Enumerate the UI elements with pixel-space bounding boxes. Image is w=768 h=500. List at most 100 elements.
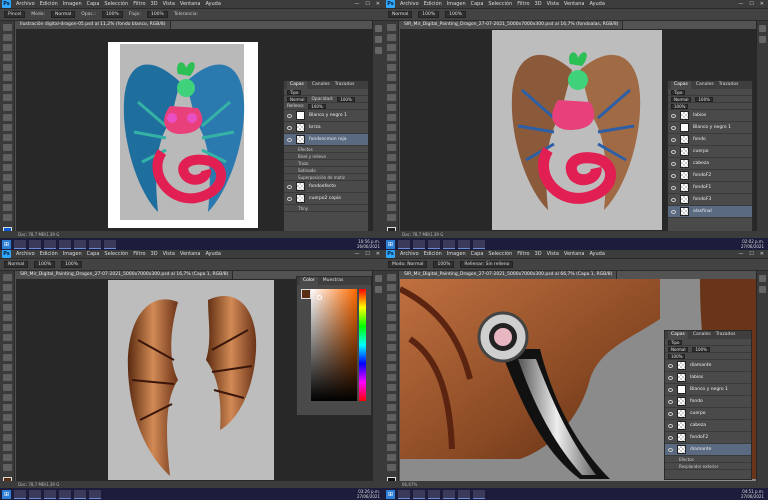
layer-row[interactable]: Blanco y negro 1 xyxy=(668,122,752,134)
gradient-icon[interactable] xyxy=(2,384,12,391)
eye-icon[interactable] xyxy=(668,363,673,368)
pen-tool-icon[interactable] xyxy=(2,164,12,171)
taskbar-app-icon[interactable] xyxy=(398,239,410,249)
mode-select[interactable]: Modo: Normal xyxy=(388,261,428,268)
layer-row[interactable]: fondoF2 xyxy=(668,170,752,182)
move-tool-icon[interactable] xyxy=(2,24,12,31)
taskbar-app-icon[interactable] xyxy=(14,239,26,249)
pen-tool-icon[interactable] xyxy=(2,414,12,421)
zoom-tool-icon[interactable] xyxy=(386,214,396,221)
properties-icon[interactable] xyxy=(375,36,382,43)
taskbar-photoshop-icon[interactable] xyxy=(473,239,485,249)
menu-seleccion[interactable]: Selección xyxy=(104,1,128,7)
menu-ayuda[interactable]: Ayuda xyxy=(589,1,604,7)
taskbar-app-icon[interactable] xyxy=(89,239,101,249)
type-tool-icon[interactable] xyxy=(2,424,12,431)
close-icon[interactable]: ✕ xyxy=(376,1,380,7)
menu-ayuda[interactable]: Ayuda xyxy=(589,251,604,257)
windows-start-icon[interactable]: ⊞ xyxy=(2,239,11,249)
menu-seleccion[interactable]: Selección xyxy=(488,1,512,7)
color-picker-cursor[interactable] xyxy=(317,295,322,300)
layer-row[interactable]: cabeza xyxy=(668,158,752,170)
marquee-tool-icon[interactable] xyxy=(2,284,12,291)
eye-icon[interactable] xyxy=(287,125,292,130)
crop-tool-icon[interactable] xyxy=(386,314,396,321)
blur-icon[interactable] xyxy=(2,394,12,401)
brush-tool-icon[interactable] xyxy=(386,94,396,101)
layer-row[interactable]: fondoF1 xyxy=(668,182,752,194)
gradient-icon[interactable] xyxy=(386,384,396,391)
eyedropper-icon[interactable] xyxy=(2,324,12,331)
eye-icon[interactable] xyxy=(671,125,676,130)
menu-archivo[interactable]: Archivo xyxy=(16,251,35,257)
opacity-field[interactable]: 100% xyxy=(101,11,123,18)
stamp-icon[interactable] xyxy=(386,354,396,361)
eye-icon[interactable] xyxy=(671,185,676,190)
eye-icon[interactable] xyxy=(671,149,676,154)
flow-field[interactable]: 100% xyxy=(445,11,467,18)
layer-row[interactable]: cabeza xyxy=(665,420,751,432)
lasso-tool-icon[interactable] xyxy=(2,294,12,301)
history-brush-icon[interactable] xyxy=(386,364,396,371)
layer-row[interactable]: fondo xyxy=(668,134,752,146)
menu-ventana[interactable]: Ventana xyxy=(180,1,201,7)
eraser-icon[interactable] xyxy=(2,124,12,131)
path-select-icon[interactable] xyxy=(386,434,396,441)
menu-filtro[interactable]: Filtro xyxy=(517,251,529,257)
layer-filter-select[interactable]: Tipo xyxy=(671,89,686,95)
taskbar-app-icon[interactable] xyxy=(428,239,440,249)
history-icon[interactable] xyxy=(375,25,382,32)
document-canvas[interactable] xyxy=(108,42,258,228)
type-tool-icon[interactable] xyxy=(386,424,396,431)
layer-row[interactable]: Blanco y negro 1 xyxy=(284,110,368,122)
menu-filtro[interactable]: Filtro xyxy=(517,1,529,7)
document-tab[interactable]: Ilustración digital-dragon-05.psd al 11,… xyxy=(16,21,171,29)
history-brush-icon[interactable] xyxy=(2,114,12,121)
menu-capa[interactable]: Capa xyxy=(471,1,484,7)
move-tool-icon[interactable] xyxy=(2,274,12,281)
color-picker-field[interactable] xyxy=(311,289,357,401)
menu-edicion[interactable]: Edición xyxy=(40,1,58,7)
crop-tool-icon[interactable] xyxy=(386,64,396,71)
tab-muestras[interactable]: Muestras xyxy=(323,277,344,285)
hand-tool-icon[interactable] xyxy=(386,454,396,461)
taskbar-photoshop-icon[interactable] xyxy=(89,489,101,499)
layer-row[interactable]: fondoF2 xyxy=(665,432,751,444)
menu-filtro[interactable]: Filtro xyxy=(133,1,145,7)
eye-icon[interactable] xyxy=(671,137,676,142)
dodge-icon[interactable] xyxy=(2,154,12,161)
menu-capa[interactable]: Capa xyxy=(87,1,100,7)
layer-fill-field[interactable]: 100% xyxy=(671,103,689,109)
mode-select[interactable]: Normal xyxy=(388,11,413,18)
windows-start-icon[interactable]: ⊞ xyxy=(386,489,395,499)
taskbar-app-icon[interactable] xyxy=(74,489,86,499)
layer-row[interactable]: labios xyxy=(665,372,751,384)
path-select-icon[interactable] xyxy=(2,434,12,441)
hue-slider[interactable] xyxy=(359,289,366,401)
maximize-icon[interactable]: ☐ xyxy=(749,1,753,7)
maximize-icon[interactable]: ☐ xyxy=(365,251,369,257)
menu-filtro[interactable]: Filtro xyxy=(133,251,145,257)
marquee-tool-icon[interactable] xyxy=(386,34,396,41)
brush-tool-icon[interactable] xyxy=(386,344,396,351)
flow-field[interactable]: 100% xyxy=(146,11,168,18)
eye-icon[interactable] xyxy=(671,113,676,118)
menu-3d[interactable]: 3D xyxy=(151,1,158,7)
close-icon[interactable]: ✕ xyxy=(760,1,764,7)
effect-row[interactable]: Bisel y relieve xyxy=(284,153,368,160)
taskbar-app-icon[interactable] xyxy=(458,489,470,499)
gradient-icon[interactable] xyxy=(386,134,396,141)
taskbar-app-icon[interactable] xyxy=(29,239,41,249)
stamp-icon[interactable] xyxy=(2,354,12,361)
menu-ventana[interactable]: Ventana xyxy=(564,251,585,257)
opacity-field[interactable]: 100% xyxy=(433,261,455,268)
taskbar-app-icon[interactable] xyxy=(14,489,26,499)
taskbar-app-icon[interactable] xyxy=(458,239,470,249)
menu-archivo[interactable]: Archivo xyxy=(400,251,419,257)
brush-tool-icon[interactable] xyxy=(2,344,12,351)
menu-imagen[interactable]: Imagen xyxy=(447,251,466,257)
zoom-tool-icon[interactable] xyxy=(2,464,12,471)
layer-row-selected[interactable]: fondsecmon roja xyxy=(284,134,368,146)
menu-seleccion[interactable]: Selección xyxy=(488,251,512,257)
mode-select[interactable]: Normal xyxy=(4,261,29,268)
